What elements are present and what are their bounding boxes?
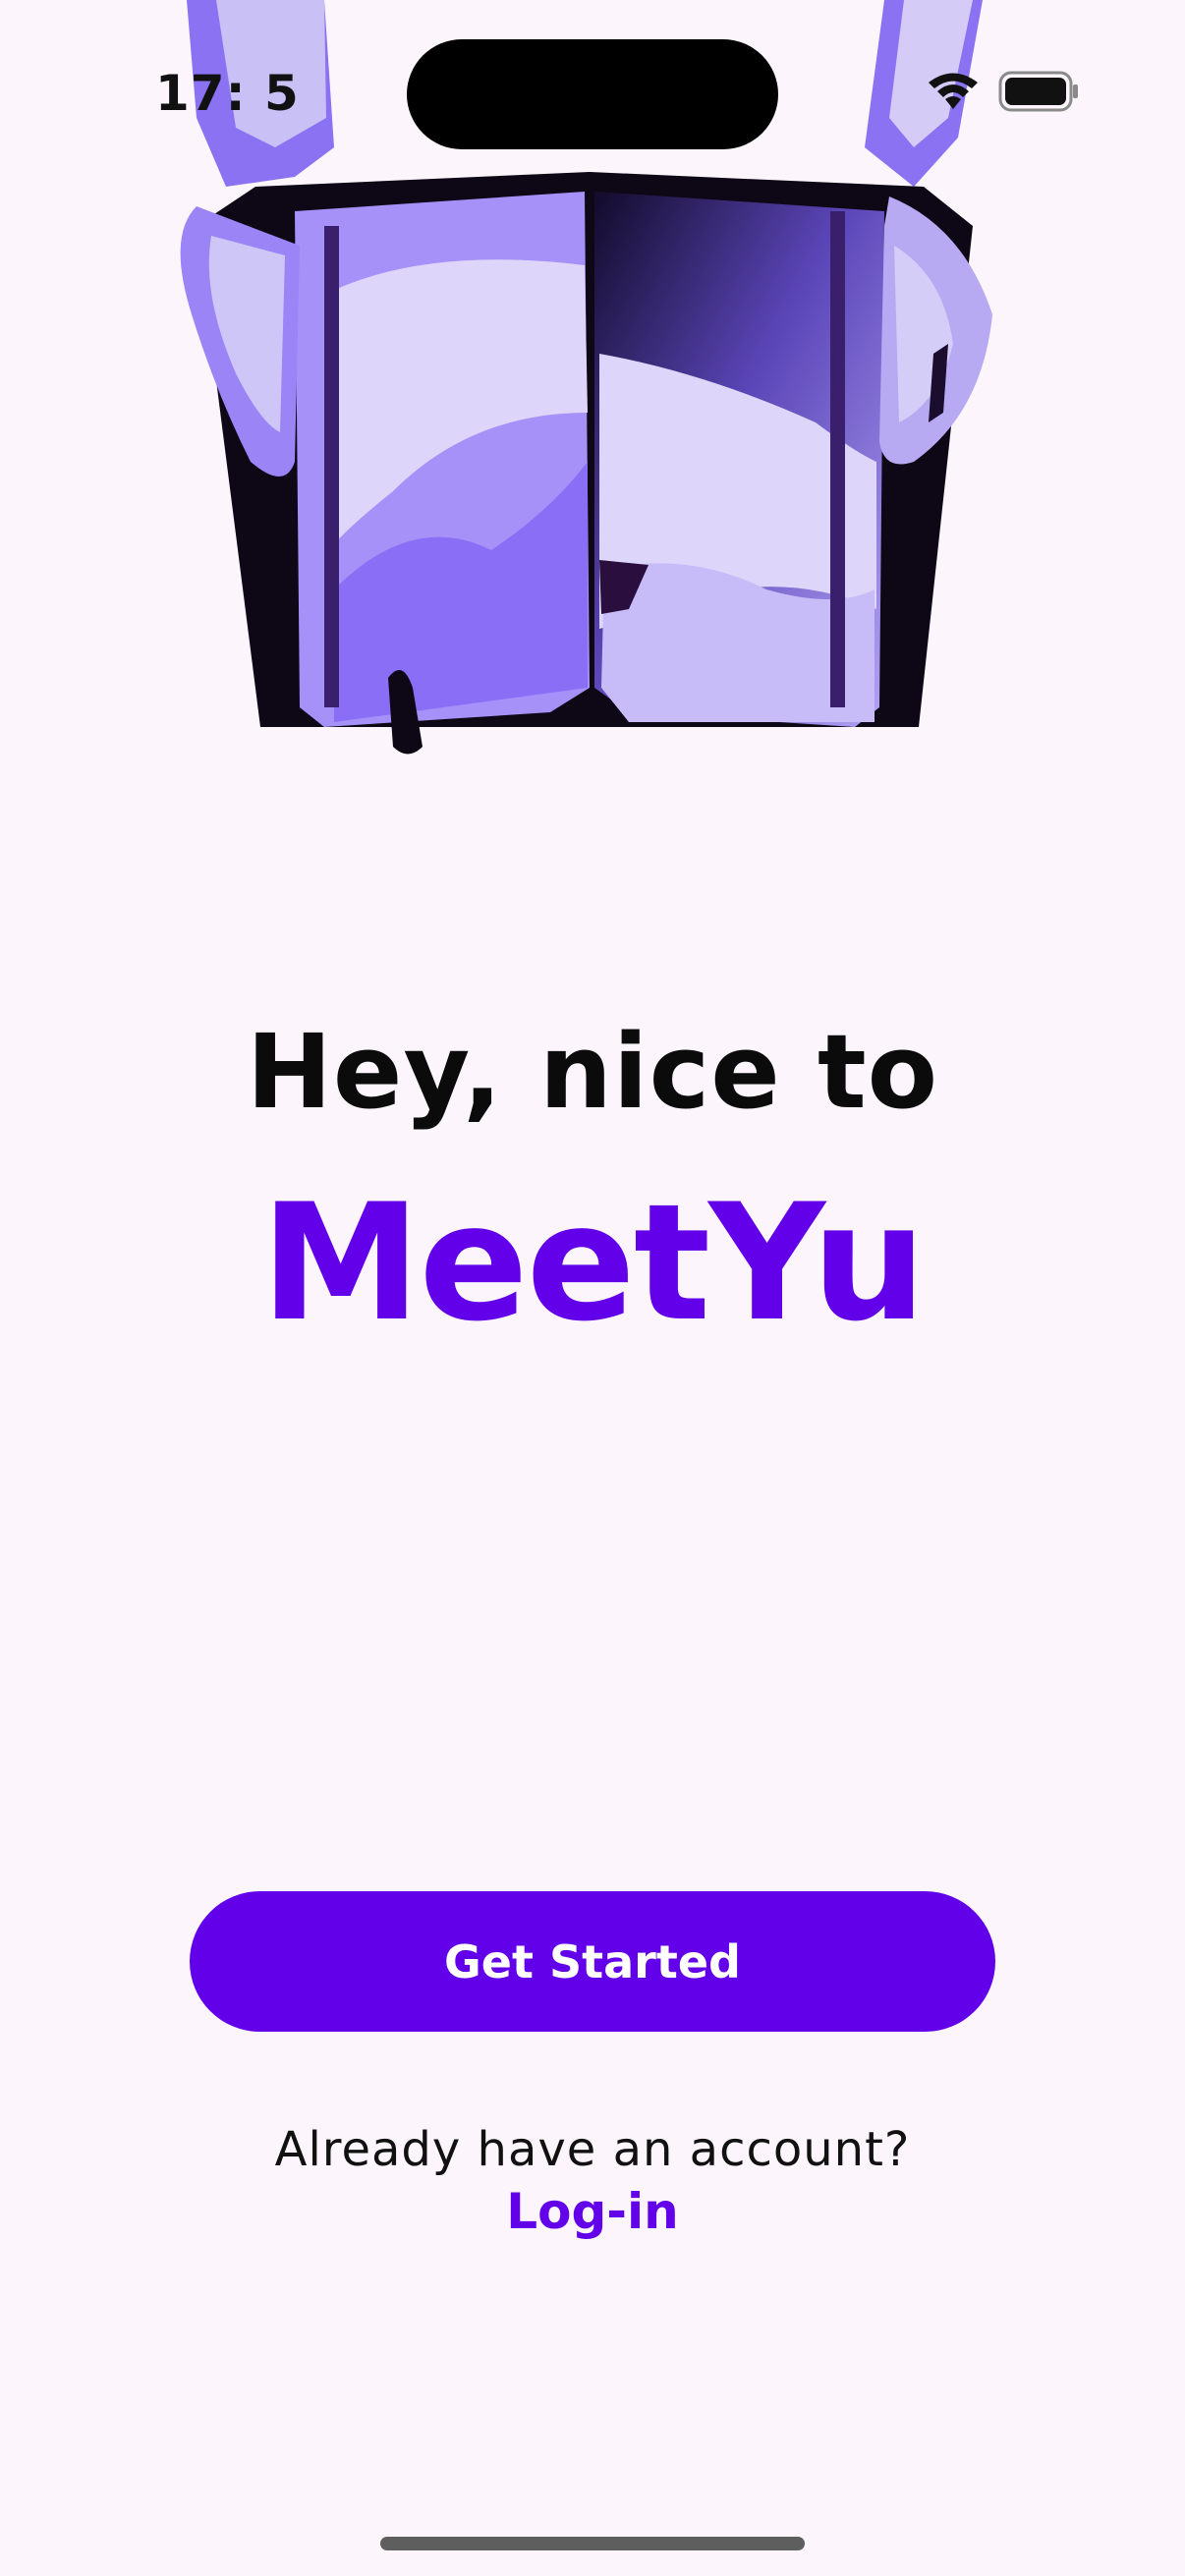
dynamic-island	[407, 39, 778, 149]
brand-title: MeetYu	[260, 1169, 927, 1357]
home-indicator[interactable]	[380, 2537, 805, 2550]
account-prompt: Already have an account?	[274, 2122, 911, 2177]
get-started-button[interactable]: Get Started	[190, 1891, 995, 2032]
status-bar: 17: 5	[0, 0, 1185, 196]
battery-icon	[998, 71, 1078, 112]
login-link[interactable]: Log-in	[0, 2183, 1185, 2240]
wifi-icon	[929, 73, 978, 109]
welcome-heading: Hey, nice to	[246, 1012, 939, 1132]
status-icons	[926, 71, 1079, 112]
status-time: 17: 5	[155, 65, 300, 122]
